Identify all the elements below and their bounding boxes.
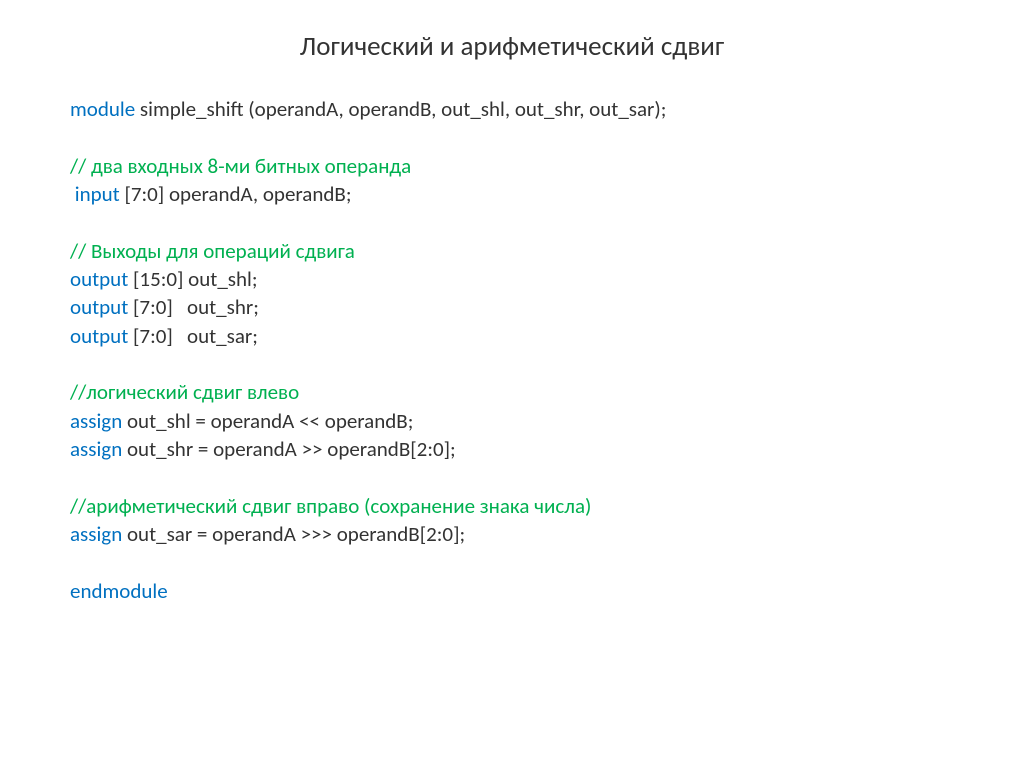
comment: // два входных 8-ми битных операнда (70, 153, 411, 179)
slide-title: Логический и арифметический сдвиг (70, 30, 954, 63)
code-text: [15:0] out_shl; (128, 266, 257, 292)
comment: // Выходы для операций сдвига (70, 238, 355, 264)
comment: //логический сдвиг влево (70, 379, 299, 405)
slide: Логический и арифметический сдвиг module… (0, 0, 1024, 768)
keyword-output: output (70, 323, 128, 349)
code-text: out_shr = operandA >> operandB[2:0]; (122, 436, 455, 462)
comment: //арифметический сдвиг вправо (сохранени… (70, 493, 591, 519)
keyword-assign: assign (70, 408, 122, 434)
keyword-assign: assign (70, 521, 122, 547)
code-text: out_sar = operandA >>> operandB[2:0]; (122, 521, 465, 547)
keyword-output: output (70, 266, 128, 292)
code-text: [7:0] operandA, operandB; (120, 181, 352, 207)
keyword-module: module (70, 96, 135, 122)
keyword-output: output (70, 294, 128, 320)
keyword-input: input (70, 181, 120, 207)
code-text: [7:0] out_shr; (128, 294, 259, 320)
keyword-assign: assign (70, 436, 122, 462)
keyword-endmodule: endmodule (70, 578, 168, 604)
code-text: simple_shift (operandA, operandB, out_sh… (135, 96, 666, 122)
code-text: [7:0] out_sar; (128, 323, 258, 349)
code-block: module simple_shift (operandA, operandB,… (70, 95, 954, 605)
code-text: out_shl = operandA << operandB; (122, 408, 413, 434)
